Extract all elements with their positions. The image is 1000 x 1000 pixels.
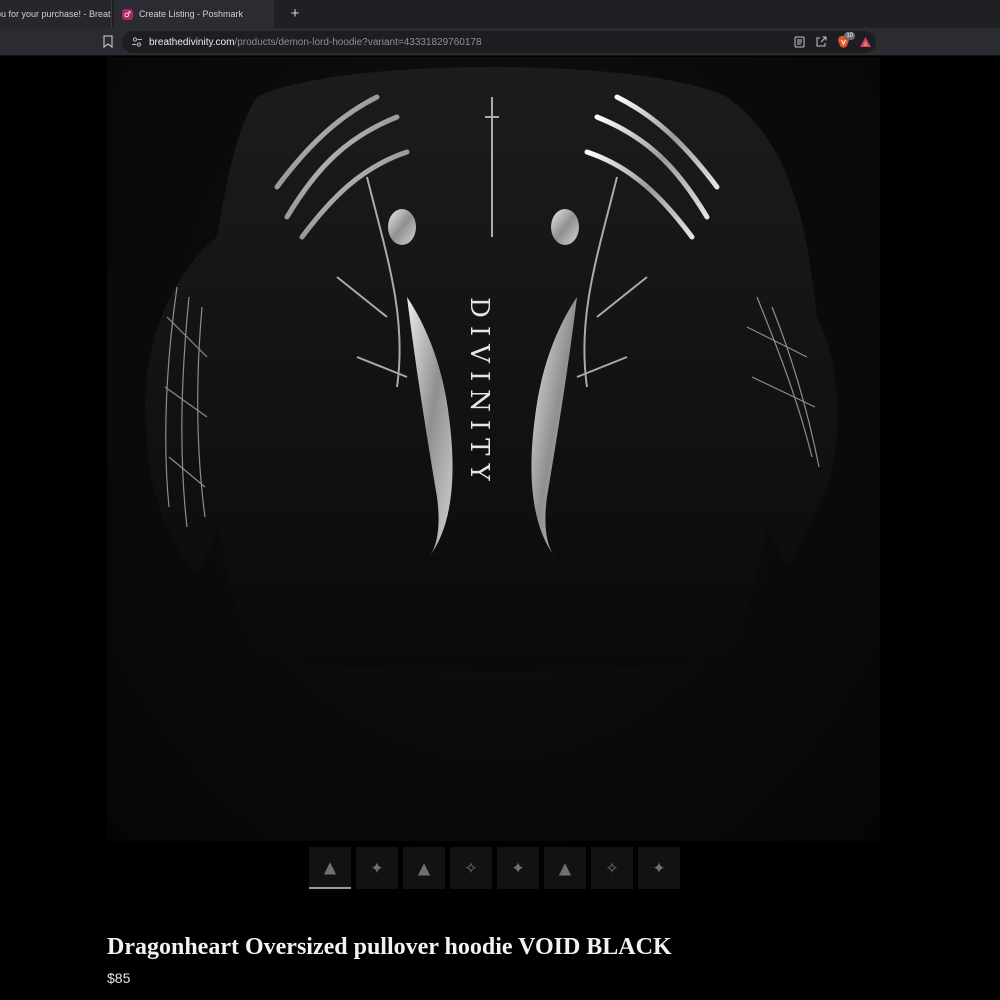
product-page: DIVINITY ▲ ✦ ▲ ✧ ✦ ▲ ✧ ✦ Dragonheart Oversized … <box>0 57 1000 1000</box>
bookmark-icon[interactable] <box>103 35 113 48</box>
tab-purchase[interactable]: ou for your purchase! - Breat <box>0 0 112 28</box>
tune-icon[interactable] <box>131 36 143 48</box>
product-thumbnail[interactable]: ✧ <box>450 847 492 889</box>
product-thumbnail[interactable]: ✦ <box>497 847 539 889</box>
brave-rewards-icon[interactable] <box>858 35 872 49</box>
address-bar[interactable]: breathedivinity.com/products/demon-lord-… <box>122 31 876 53</box>
thumbnail-image: ✧ <box>605 858 619 878</box>
divinity-print-text: DIVINITY <box>464 297 494 489</box>
reader-mode-icon[interactable] <box>792 35 806 49</box>
product-title: Dragonheart Oversized pullover hoodie VO… <box>107 934 672 960</box>
thumbnail-image: ▲ <box>323 857 337 877</box>
url-path: /products/demon-lord-hoodie?variant=4333… <box>234 36 482 48</box>
thumbnail-image: ✦ <box>511 858 525 878</box>
tab-label: Create Listing - Poshmark <box>139 9 244 19</box>
brave-shield-count: 10 <box>844 32 855 40</box>
product-thumbnail[interactable]: ✧ <box>591 847 633 889</box>
browser-toolbar: breathedivinity.com/products/demon-lord-… <box>0 28 1000 56</box>
tab-create-listing[interactable]: ♂ Create Listing - Poshmark <box>114 0 274 28</box>
product-thumbnail[interactable]: ▲ <box>403 847 445 889</box>
hoodie-back-illustration: DIVINITY <box>145 67 838 672</box>
tab-strip: ou for your purchase! - Breat ♂ Create L… <box>0 0 1000 28</box>
product-main-image[interactable]: DIVINITY <box>107 57 880 841</box>
share-icon[interactable] <box>814 35 828 49</box>
thumbnail-image: ✧ <box>464 858 478 878</box>
thumbnail-image: ✦ <box>652 858 666 878</box>
product-thumbnail[interactable]: ✦ <box>638 847 680 889</box>
tab-label: ou for your purchase! - Breat <box>0 9 111 19</box>
thumbnail-strip: ▲ ✦ ▲ ✧ ✦ ▲ ✧ ✦ <box>309 847 680 891</box>
url-host: breathedivinity.com <box>149 36 235 48</box>
product-thumbnail[interactable]: ▲ <box>309 847 351 889</box>
product-thumbnail[interactable]: ✦ <box>356 847 398 889</box>
poshmark-icon: ♂ <box>122 8 133 20</box>
product-price: $85 <box>107 970 131 986</box>
product-thumbnail[interactable]: ▲ <box>544 847 586 889</box>
thumbnail-image: ▲ <box>417 858 431 878</box>
address-bar-actions: 10 <box>792 32 872 51</box>
url-text: breathedivinity.com/products/demon-lord-… <box>149 37 482 48</box>
new-tab-button[interactable]: + <box>286 4 304 24</box>
thumbnail-image: ✦ <box>370 858 384 878</box>
brave-shield-icon[interactable]: 10 <box>836 32 855 49</box>
thumbnail-image: ▲ <box>558 858 572 878</box>
